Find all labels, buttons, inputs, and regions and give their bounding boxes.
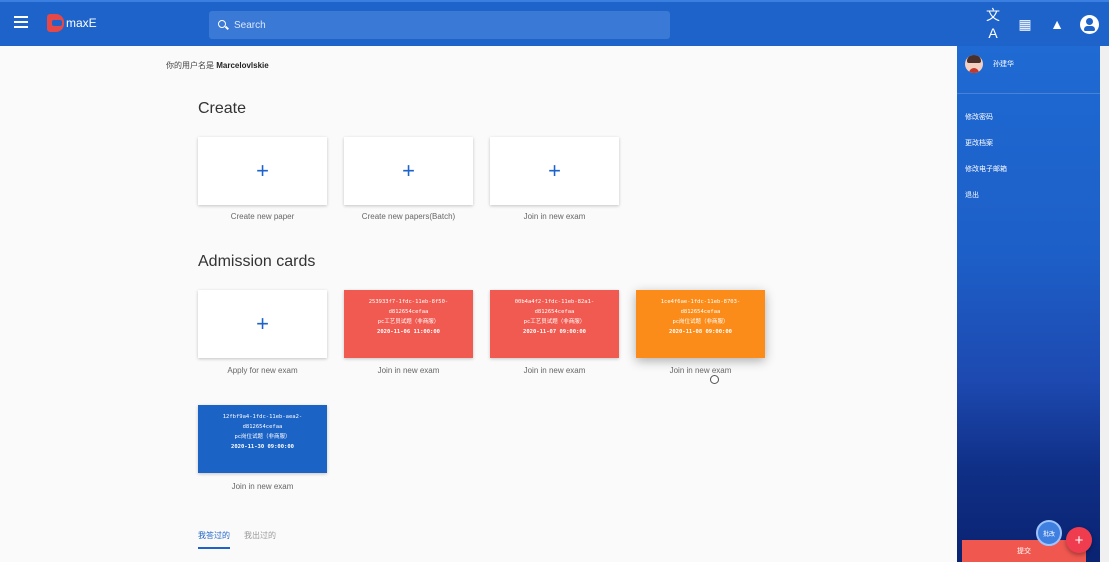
- ticket-exam-name: pc工艺员试题（非商服）: [377, 319, 440, 325]
- ticket-label: Join in new exam: [377, 366, 440, 375]
- username-value: Marcelovlskie: [216, 61, 269, 70]
- search-icon: [218, 19, 229, 31]
- plus-icon: +: [402, 158, 415, 183]
- join-new-exam-label: Join in new exam: [523, 212, 586, 221]
- drawer-item-edit-profile[interactable]: 更改档案: [965, 138, 993, 148]
- ticket-id: 1ce4f6ae-1fdc-11eb-8703-: [660, 299, 741, 305]
- ticket-date: 2020-11-06 11:00:00: [377, 329, 440, 335]
- plus-icon: +: [256, 311, 269, 336]
- grade-fab-button[interactable]: 批改: [1036, 520, 1062, 546]
- ticket-id: 253933f7-1fdc-11eb-8f50-: [368, 299, 449, 305]
- plus-icon: +: [548, 158, 561, 183]
- apps-grid-icon[interactable]: ▦: [1016, 15, 1034, 33]
- drawer-divider: [957, 93, 1100, 94]
- search-bar[interactable]: [209, 11, 670, 39]
- brand-logo[interactable]: maxE: [47, 13, 97, 33]
- ticket-label: Join in new exam: [231, 482, 294, 491]
- drawer-item-logout[interactable]: 退出: [965, 190, 979, 200]
- notification-bell-icon[interactable]: ▲: [1048, 15, 1066, 33]
- ticket-id-suffix: d812654cefaa: [388, 309, 429, 315]
- ticket-id-suffix: d812654cefaa: [534, 309, 575, 315]
- create-new-paper-card[interactable]: +: [198, 137, 327, 205]
- main-content: 你的用户名是 Marcelovlskie Create + Create new…: [0, 46, 957, 562]
- avatar: [965, 55, 983, 73]
- plus-icon: +: [256, 158, 269, 183]
- menu-icon[interactable]: [14, 16, 28, 30]
- ticket-exam-name: pc岗位试题（非商服）: [234, 434, 291, 440]
- create-section-title: Create: [198, 100, 247, 117]
- tab-created[interactable]: 我出过的: [244, 530, 276, 549]
- drawer-user-name: 孙建华: [993, 61, 1014, 68]
- ticket-id-suffix: d812654cefaa: [242, 424, 283, 430]
- add-fab-button[interactable]: +: [1066, 527, 1092, 553]
- right-drawer: 孙建华 修改密码 更改档案 修改电子邮箱 退出 提交 批改 +: [957, 46, 1100, 562]
- ticket-date: 2020-11-07 09:00:00: [523, 329, 586, 335]
- username-prefix: 你的用户名是: [166, 61, 214, 70]
- ticket-date: 2020-11-30 09:00:00: [231, 444, 294, 450]
- tab-answered[interactable]: 我答过的: [198, 530, 230, 549]
- history-tabs: 我答过的 我出过的: [198, 530, 276, 549]
- admission-card[interactable]: 12fbf9a4-1fdc-11eb-aea2- d812654cefaa pc…: [198, 405, 327, 473]
- admission-section-title: Admission cards: [198, 253, 316, 270]
- ticket-label: Join in new exam: [669, 366, 732, 375]
- ticket-id: 00b4a4f2-1fdc-11eb-82a1-: [514, 299, 595, 305]
- apply-new-exam-label: Apply for new exam: [227, 366, 298, 375]
- ticket-exam-name: pc岗位试题（非商服）: [672, 319, 729, 325]
- create-new-papers-batch-card[interactable]: +: [344, 137, 473, 205]
- username-line: 你的用户名是 Marcelovlskie: [166, 60, 269, 71]
- ticket-label: Join in new exam: [523, 366, 586, 375]
- ticket-id-suffix: d812654cefaa: [680, 309, 721, 315]
- ticket-id: 12fbf9a4-1fdc-11eb-aea2-: [222, 414, 303, 420]
- page-scrollbar[interactable]: [1100, 46, 1109, 562]
- drawer-item-change-password[interactable]: 修改密码: [965, 112, 993, 122]
- admission-card[interactable]: 253933f7-1fdc-11eb-8f50- d812654cefaa pc…: [344, 290, 473, 358]
- logo-icon: [47, 14, 64, 32]
- create-new-paper-label: Create new paper: [230, 212, 295, 221]
- account-circle-icon[interactable]: [1080, 14, 1099, 34]
- create-new-papers-batch-label: Create new papers(Batch): [361, 212, 456, 221]
- drawer-item-change-email[interactable]: 修改电子邮箱: [965, 164, 1007, 174]
- mouse-cursor-icon: [710, 375, 719, 384]
- ticket-date: 2020-11-08 09:00:00: [669, 329, 732, 335]
- ticket-exam-name: pc工艺员试题（非商服）: [523, 319, 586, 325]
- app-bar: maxE 文A ▦ ▲: [0, 0, 1109, 46]
- translate-icon[interactable]: 文A: [984, 6, 1002, 42]
- join-new-exam-card[interactable]: +: [490, 137, 619, 205]
- admission-card[interactable]: 00b4a4f2-1fdc-11eb-82a1- d812654cefaa pc…: [490, 290, 619, 358]
- apply-new-exam-card[interactable]: +: [198, 290, 327, 358]
- admission-card[interactable]: 1ce4f6ae-1fdc-11eb-8703- d812654cefaa pc…: [636, 290, 765, 358]
- brand-name: maxE: [66, 16, 97, 30]
- search-input[interactable]: [234, 19, 654, 31]
- drawer-user[interactable]: 孙建华: [965, 55, 1014, 73]
- appbar-actions: 文A ▦ ▲: [984, 7, 1099, 41]
